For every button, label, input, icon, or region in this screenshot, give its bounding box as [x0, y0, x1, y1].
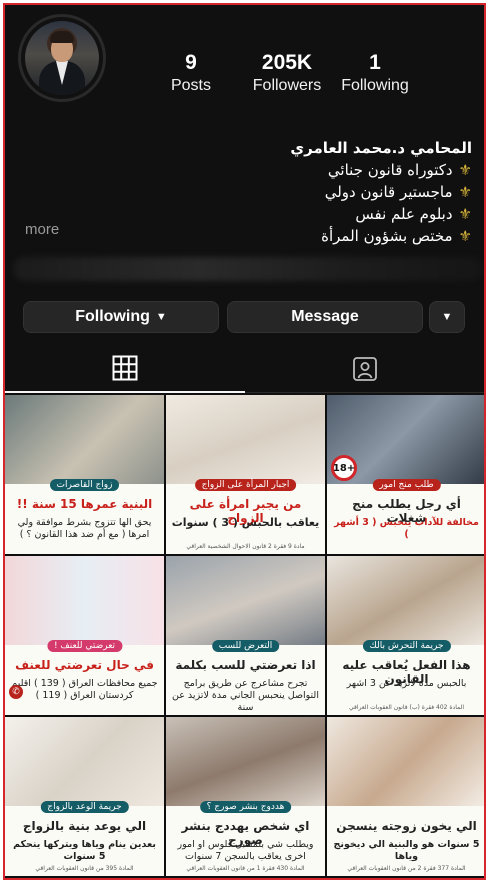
post-tag: اجبار المرأة على الزواج: [194, 479, 297, 492]
post-photo: [5, 556, 164, 652]
post-tile[interactable]: هددوج بنشر صورج ؟ اي شخص يهددج بنشر صورج…: [166, 717, 325, 876]
post-tile[interactable]: جريمة الوعد بالزواج الي يوعد بنية بالزوا…: [5, 717, 164, 876]
fleur-de-lis-icon: ⚜: [458, 205, 472, 223]
post-photo: [5, 395, 164, 491]
bio-line: ⚜ دكتوراه قانون جنائي: [327, 161, 472, 179]
post-photo: [327, 556, 484, 652]
post-tile[interactable]: الي يخون زوجته ينسجن 5 سنوات هو والبنية …: [327, 717, 484, 876]
bio-line: ⚜ دبلوم علم نفس: [355, 205, 472, 223]
post-tag: التعرض للسب: [211, 640, 280, 653]
posts-grid: زواج القاصرات البنية عمرها 15 سنة !! يحق…: [5, 395, 484, 878]
profile-tabs: [5, 345, 484, 393]
message-button-label: Message: [291, 308, 359, 325]
tab-tagged[interactable]: [245, 345, 484, 393]
tab-posts-grid[interactable]: [5, 345, 245, 393]
following-button[interactable]: Following ▼: [23, 301, 219, 333]
post-subtext: يحق الها تتزوج بشرط موافقة ولي امرها ( م…: [17, 517, 152, 541]
post-tile[interactable]: تعرضتي للعنف ! في حال تعرضتي للعنف جميع …: [5, 556, 164, 715]
grid-icon: [112, 355, 138, 381]
post-subtext: بعدين ينام وياها ويتركها ينحكم 5 سنوات: [13, 839, 156, 863]
following-count: 1: [369, 51, 381, 74]
posts-stat[interactable]: 9 Posts: [168, 51, 214, 97]
post-footnote: المادة 395 من قانون العقوبات العراقي: [35, 865, 134, 872]
post-photo: [327, 717, 484, 813]
fleur-de-lis-icon: ⚜: [458, 227, 472, 245]
post-footnote: المادة 402 فقرة (ب) قانون العقوبات العرا…: [349, 704, 464, 711]
posts-count: 9: [185, 51, 197, 74]
post-subtext: مخالفة للآداب ينحبس ( 3 أشهر ): [334, 517, 479, 541]
chevron-down-icon: ▼: [155, 311, 167, 323]
fleur-de-lis-icon: ⚜: [458, 183, 472, 201]
suggest-button[interactable]: ▼: [429, 301, 465, 333]
post-tag: زواج القاصرات: [49, 479, 120, 492]
bio: المحامي د.محمد العامري ⚜ دكتوراه قانون جن…: [242, 137, 472, 247]
following-button-label: Following: [75, 308, 150, 325]
post-photo: [166, 717, 325, 813]
profile-screen: 9 Posts 205K Followers 1 Following المحا…: [3, 3, 486, 880]
post-tile[interactable]: جريمة التحرش بالك هذا الفعل يُعاقب عليه …: [327, 556, 484, 715]
post-tile[interactable]: 18+ طلب منج امور أي رجل يطلب منج شغلات م…: [327, 395, 484, 554]
post-headline: البنية عمرها 15 سنة !!: [16, 496, 153, 511]
post-tag: هددوج بنشر صورج ؟: [199, 801, 292, 814]
bio-line: ⚜ ماجستير قانون دولي: [324, 183, 472, 201]
bio-line: ⚜ مختص بشؤون المرأة: [321, 227, 472, 245]
followers-stat[interactable]: 205K Followers: [245, 51, 329, 97]
post-subtext: تجرح مشاعرج عن طريق برامج التواصل ينحبس …: [172, 678, 319, 714]
post-headline: الي يخون زوجته ينسجن: [336, 818, 477, 833]
post-tile[interactable]: التعرض للسب اذا تعرضتي للسب بكلمة تجرح م…: [166, 556, 325, 715]
post-photo: [166, 395, 325, 491]
post-headline: الي يوعد بنية بالزواج: [22, 818, 147, 833]
avatar[interactable]: [18, 14, 106, 102]
adult-badge: 18+: [331, 455, 357, 481]
followers-count: 205K: [261, 51, 313, 74]
post-subtext: بالحبس مدة لاتزيد عن 3 اشهر: [346, 678, 467, 690]
following-label: Following: [341, 77, 409, 94]
post-tag: طلب منج امور: [372, 479, 441, 492]
avatar-photo: [25, 21, 99, 95]
post-subtext: يعاقب بالحبس ( 3 ) سنوات: [171, 516, 320, 530]
post-tile[interactable]: اجبار المرأة على الزواج من يجبر امرأة عل…: [166, 395, 325, 554]
profile-name: المحامي د.محمد العامري: [290, 139, 472, 157]
post-photo: [166, 556, 325, 652]
post-subtext: ويطلب شي بلمقابل فلوس او امور اخرى يعاقب…: [177, 839, 314, 863]
post-footnote: المادة 430 فقرة 1 من قانون العقوبات العر…: [186, 865, 305, 872]
fleur-de-lis-icon: ⚜: [458, 161, 472, 179]
post-headline: اذا تعرضتي للسب بكلمة: [175, 657, 316, 672]
post-tag: تعرضتي للعنف !: [46, 640, 123, 653]
post-tag: جريمة الوعد بالزواج: [40, 801, 129, 814]
message-button[interactable]: Message: [227, 301, 423, 333]
post-subtext: 5 سنوات هو والبنية الي ديخونج وياها: [333, 839, 480, 863]
following-stat[interactable]: 1 Following: [335, 51, 415, 97]
phone-icon: ✆: [9, 685, 23, 699]
person-tag-icon: [352, 357, 377, 381]
blurred-link: [13, 257, 483, 281]
posts-label: Posts: [170, 77, 211, 94]
post-footnote: المادة 377 فقرة 2 من قانون العقوبات العر…: [347, 865, 466, 872]
post-headline: في حال تعرضتي للعنف: [15, 657, 154, 672]
more-link[interactable]: more: [25, 221, 59, 238]
post-footnote: مادة 9 فقرة 2 قانون الاحوال الشخصية العر…: [186, 543, 305, 550]
post-subtext: جميع محافظات العراق ( 139 ) اقليم كردستا…: [11, 678, 158, 702]
chevron-down-icon: ▼: [441, 311, 453, 323]
followers-label: Followers: [252, 77, 322, 94]
post-tag: جريمة التحرش بالك: [362, 640, 451, 653]
post-tile[interactable]: زواج القاصرات البنية عمرها 15 سنة !! يحق…: [5, 395, 164, 554]
post-photo: [5, 717, 164, 813]
